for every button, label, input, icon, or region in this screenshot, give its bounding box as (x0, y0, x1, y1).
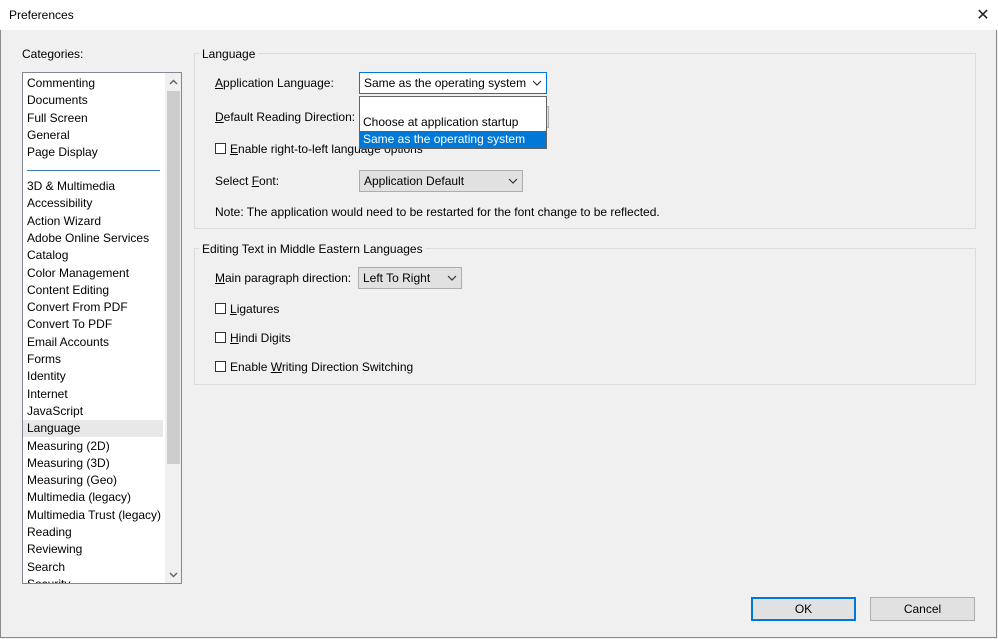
category-item[interactable]: Action Wizard (27, 213, 101, 230)
ok-button-label: OK (794, 602, 813, 616)
category-item[interactable]: Convert To PDF (27, 316, 112, 333)
category-item[interactable]: Reviewing (27, 541, 82, 558)
category-item[interactable]: Email Accounts (27, 334, 109, 351)
title-bar: Preferences ✕ (0, 0, 998, 30)
paragraph-direction-label: Main paragraph direction: (215, 271, 352, 285)
category-item[interactable]: Multimedia (legacy) (27, 489, 131, 506)
category-item[interactable]: Measuring (2D) (27, 438, 110, 455)
font-change-note: Note: The application would need to be r… (215, 205, 660, 219)
category-item[interactable]: Security (27, 576, 70, 583)
category-item[interactable]: Forms (27, 351, 61, 368)
scroll-up-button[interactable] (165, 73, 181, 90)
category-item[interactable]: Measuring (Geo) (27, 472, 117, 489)
hindi-digits-label: Hindi Digits (230, 331, 291, 345)
select-font-value: Application Default (364, 174, 465, 188)
category-item[interactable]: Documents (27, 92, 88, 109)
cancel-button-label: Cancel (903, 602, 942, 616)
category-item[interactable]: Color Management (27, 265, 129, 282)
category-item[interactable]: Internet (27, 386, 68, 403)
category-item[interactable]: Accessibility (27, 195, 92, 212)
select-font-select[interactable]: Application Default (359, 170, 523, 192)
dropdown-arrow-icon (443, 268, 461, 288)
category-item[interactable]: Convert From PDF (27, 299, 128, 316)
dropdown-arrow-icon (504, 171, 522, 191)
rtl-options-checkbox[interactable] (215, 143, 226, 154)
category-item[interactable]: Commenting (27, 75, 95, 92)
paragraph-direction-value: Left To Right (363, 271, 431, 285)
ok-button[interactable]: OK (751, 597, 856, 621)
category-item[interactable]: Search (27, 559, 65, 576)
category-item[interactable]: Full Screen (27, 110, 88, 127)
categories-list[interactable]: Commenting Documents Full Screen General Pag… (22, 72, 182, 584)
scroll-down-button[interactable] (165, 566, 181, 583)
category-item[interactable]: Page Display (27, 144, 98, 161)
category-item[interactable]: Multimedia Trust (legacy) (27, 507, 161, 524)
hindi-digits-checkbox[interactable] (215, 332, 226, 343)
application-language-value: Same as the operating system (364, 76, 527, 90)
application-language-select[interactable]: Same as the operating system (359, 72, 547, 94)
writing-direction-label: Enable Writing Direction Switching (230, 360, 414, 374)
application-language-label: Application Language: (215, 76, 334, 90)
category-item-selected[interactable]: Language (23, 420, 163, 438)
close-icon: ✕ (976, 7, 990, 24)
middle-eastern-group-title: Editing Text in Middle Eastern Languages (199, 242, 426, 256)
paragraph-direction-select[interactable]: Left To Right (358, 267, 462, 289)
category-item[interactable]: General (27, 127, 70, 144)
category-separator (27, 170, 160, 171)
category-item[interactable]: Identity (27, 368, 66, 385)
scrollbar-thumb[interactable] (167, 91, 180, 464)
category-item[interactable]: Adobe Online Services (27, 230, 149, 247)
window-title: Preferences (9, 8, 74, 22)
category-item[interactable]: Content Editing (27, 282, 109, 299)
categories-label: Categories: (22, 47, 84, 61)
close-button[interactable]: ✕ (970, 2, 996, 28)
select-font-label: Select Font: (215, 174, 280, 188)
dropdown-arrow-icon (528, 73, 546, 93)
language-group-title: Language (199, 47, 259, 61)
ligatures-label: Ligatures (230, 302, 280, 316)
dropdown-option-selected[interactable]: Same as the operating system (360, 131, 546, 148)
reading-direction-label: Default Reading Direction: (215, 110, 356, 124)
dropdown-option[interactable]: Choose at application startup (360, 114, 546, 131)
categories-scrollbar[interactable] (165, 73, 181, 583)
category-item[interactable]: Reading (27, 524, 72, 541)
cancel-button[interactable]: Cancel (870, 597, 975, 621)
category-item[interactable]: Catalog (27, 247, 68, 264)
category-item[interactable]: 3D & Multimedia (27, 178, 115, 195)
chevron-down-icon (169, 572, 178, 577)
category-item[interactable]: Measuring (3D) (27, 455, 110, 472)
category-item[interactable]: JavaScript (27, 403, 83, 420)
chevron-up-icon (169, 79, 178, 84)
ligatures-checkbox[interactable] (215, 303, 226, 314)
writing-direction-checkbox[interactable] (215, 361, 226, 372)
application-language-dropdown[interactable]: Choose at application startup Same as th… (359, 96, 547, 149)
